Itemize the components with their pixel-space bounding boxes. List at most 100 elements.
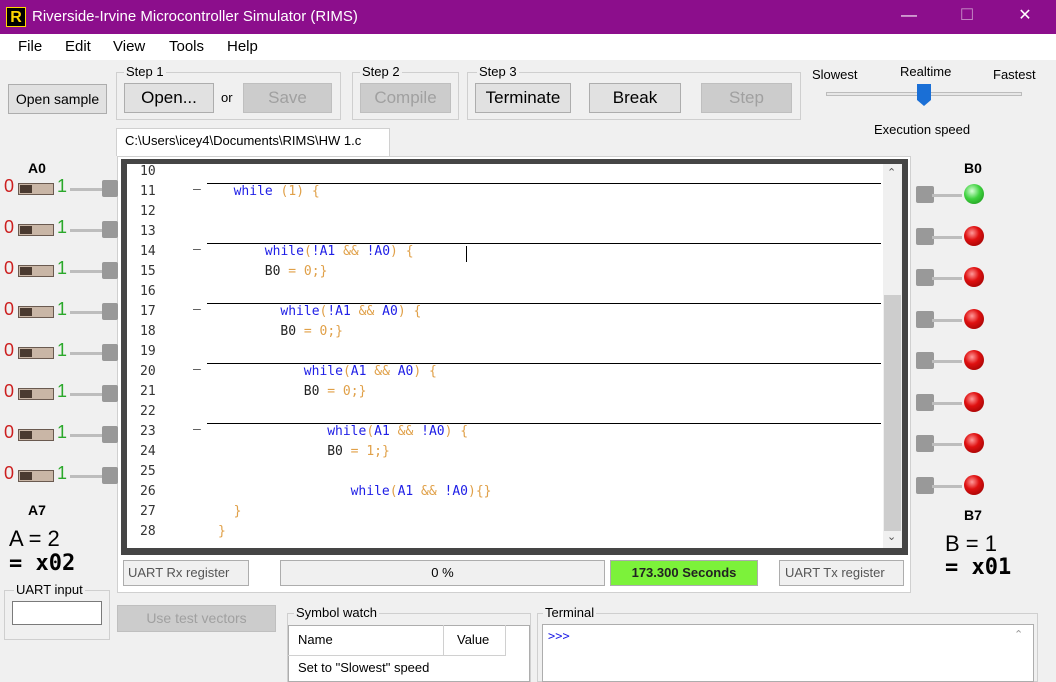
scroll-up-icon[interactable]: ⌃: [887, 166, 896, 179]
code-token: while: [350, 484, 390, 499]
output-led-b1: [914, 224, 994, 248]
terminal-output[interactable]: [542, 624, 1034, 682]
code-token: = 0;}: [288, 264, 328, 279]
code-lines: while (1) {while(!A1 && !A0) {B0 = 0;} wh…: [127, 164, 883, 548]
switch-lever: [20, 390, 32, 398]
code-token: while: [303, 364, 343, 379]
code-token: !A0: [444, 484, 469, 499]
wire: [70, 229, 104, 232]
break-button[interactable]: Break: [589, 83, 681, 113]
code-editor[interactable]: 10 11–12 13 14–15 16 17–18 19 20–21 22 23–24 25 26 2…: [127, 164, 902, 548]
uart-input-field[interactable]: [12, 601, 102, 625]
switch-on-label: 1: [57, 217, 68, 237]
switch-on-label: 1: [57, 299, 68, 319]
wire: [70, 311, 104, 314]
menu-edit[interactable]: Edit: [65, 38, 91, 55]
led-icon: [964, 225, 984, 246]
code-token: !A1: [327, 304, 351, 319]
code-token: = 1;}: [350, 444, 390, 459]
input-switch-a0[interactable]: 01: [0, 176, 120, 200]
pin-connector: [102, 180, 118, 197]
code-token: &&: [350, 304, 383, 319]
switch-lever: [20, 308, 32, 316]
switch-off-label: 0: [4, 463, 15, 483]
column-name[interactable]: Name: [288, 625, 444, 656]
switch-off-label: 0: [4, 176, 15, 196]
wire: [932, 277, 962, 280]
compile-button[interactable]: Compile: [360, 83, 451, 113]
terminate-button[interactable]: Terminate: [475, 83, 571, 113]
input-value-decimal: A = 2: [9, 526, 60, 551]
input-switch-a4[interactable]: 01: [0, 340, 120, 364]
save-button[interactable]: Save: [243, 83, 332, 113]
input-switch-a3[interactable]: 01: [0, 299, 120, 323]
output-value-decimal: B = 1: [945, 531, 997, 556]
wire: [70, 188, 104, 191]
switch-lever: [20, 431, 32, 439]
input-switch-a5[interactable]: 01: [0, 381, 120, 405]
open-button[interactable]: Open...: [124, 83, 214, 113]
terminal-scroll-up-icon[interactable]: ⌃: [1014, 628, 1023, 641]
speed-slider-thumb[interactable]: [917, 84, 931, 106]
pin-connector: [102, 303, 118, 320]
symbol-watch-row: Set to "Slowest" speed: [298, 660, 430, 675]
code-token: ) {: [413, 364, 437, 379]
led-icon: [964, 350, 984, 370]
open-sample-button[interactable]: Open sample: [8, 84, 107, 114]
code-token: B0: [303, 384, 328, 399]
input-switch-a7[interactable]: 01: [0, 463, 120, 487]
code-token: ) {: [390, 244, 414, 259]
code-token: }: [218, 524, 226, 539]
pin-connector: [102, 467, 118, 484]
output-value-hex: = x01: [945, 555, 1012, 580]
wire: [70, 352, 104, 355]
switch-lever: [20, 349, 32, 357]
step-button[interactable]: Step: [701, 83, 792, 113]
maximize-icon[interactable]: ☐: [944, 0, 990, 34]
menu-tools[interactable]: Tools: [169, 38, 204, 55]
led-icon: [964, 184, 984, 204]
led-icon: [964, 391, 984, 412]
input-switch-a1[interactable]: 01: [0, 217, 120, 241]
switch-on-label: 1: [57, 340, 68, 360]
switch-on-label: 1: [57, 463, 68, 483]
output-led-b5: [914, 390, 994, 414]
file-tab[interactable]: C:\Users\icey4\Documents\RIMS\HW 1.c: [116, 128, 390, 156]
code-line: while(A1 && A0) {: [304, 362, 437, 382]
code-token: !A0: [421, 424, 445, 439]
switch-on-label: 1: [57, 422, 68, 442]
step2-label: Step 2: [360, 64, 402, 79]
switch-lever: [20, 472, 32, 480]
switch-off-label: 0: [4, 258, 15, 278]
menu-bar: [0, 34, 1056, 60]
switch-off-label: 0: [4, 381, 15, 401]
scroll-thumb[interactable]: [884, 295, 901, 531]
menu-view[interactable]: View: [113, 38, 145, 55]
code-line: while(!A1 && !A0) {: [265, 242, 414, 262]
column-value[interactable]: Value: [444, 625, 506, 656]
wire: [932, 401, 962, 405]
code-line: B0 = 0;}: [265, 262, 328, 282]
scroll-down-icon[interactable]: ⌄: [887, 530, 896, 543]
close-icon[interactable]: ✕: [1002, 0, 1048, 34]
switch-off-label: 0: [4, 422, 15, 442]
led-icon: [964, 433, 984, 453]
code-token: while: [264, 244, 304, 259]
input-switch-a2[interactable]: 01: [0, 258, 120, 282]
code-token: A1: [350, 364, 367, 379]
wire: [932, 443, 962, 446]
menu-file[interactable]: File: [18, 38, 42, 55]
output-led-b0: [914, 182, 994, 206]
menu-help[interactable]: Help: [227, 38, 258, 55]
step3-label: Step 3: [477, 64, 519, 79]
step1-label: Step 1: [124, 64, 166, 79]
code-line: }: [234, 502, 242, 522]
led-icon: [964, 474, 984, 495]
pin-connector: [102, 385, 118, 402]
input-switch-a6[interactable]: 01: [0, 422, 120, 446]
minimize-icon[interactable]: —: [886, 0, 932, 34]
code-token: (: [303, 244, 312, 259]
switch-off-label: 0: [4, 217, 15, 237]
use-test-vectors-button[interactable]: Use test vectors: [117, 605, 276, 632]
output-led-b6: [914, 431, 994, 455]
